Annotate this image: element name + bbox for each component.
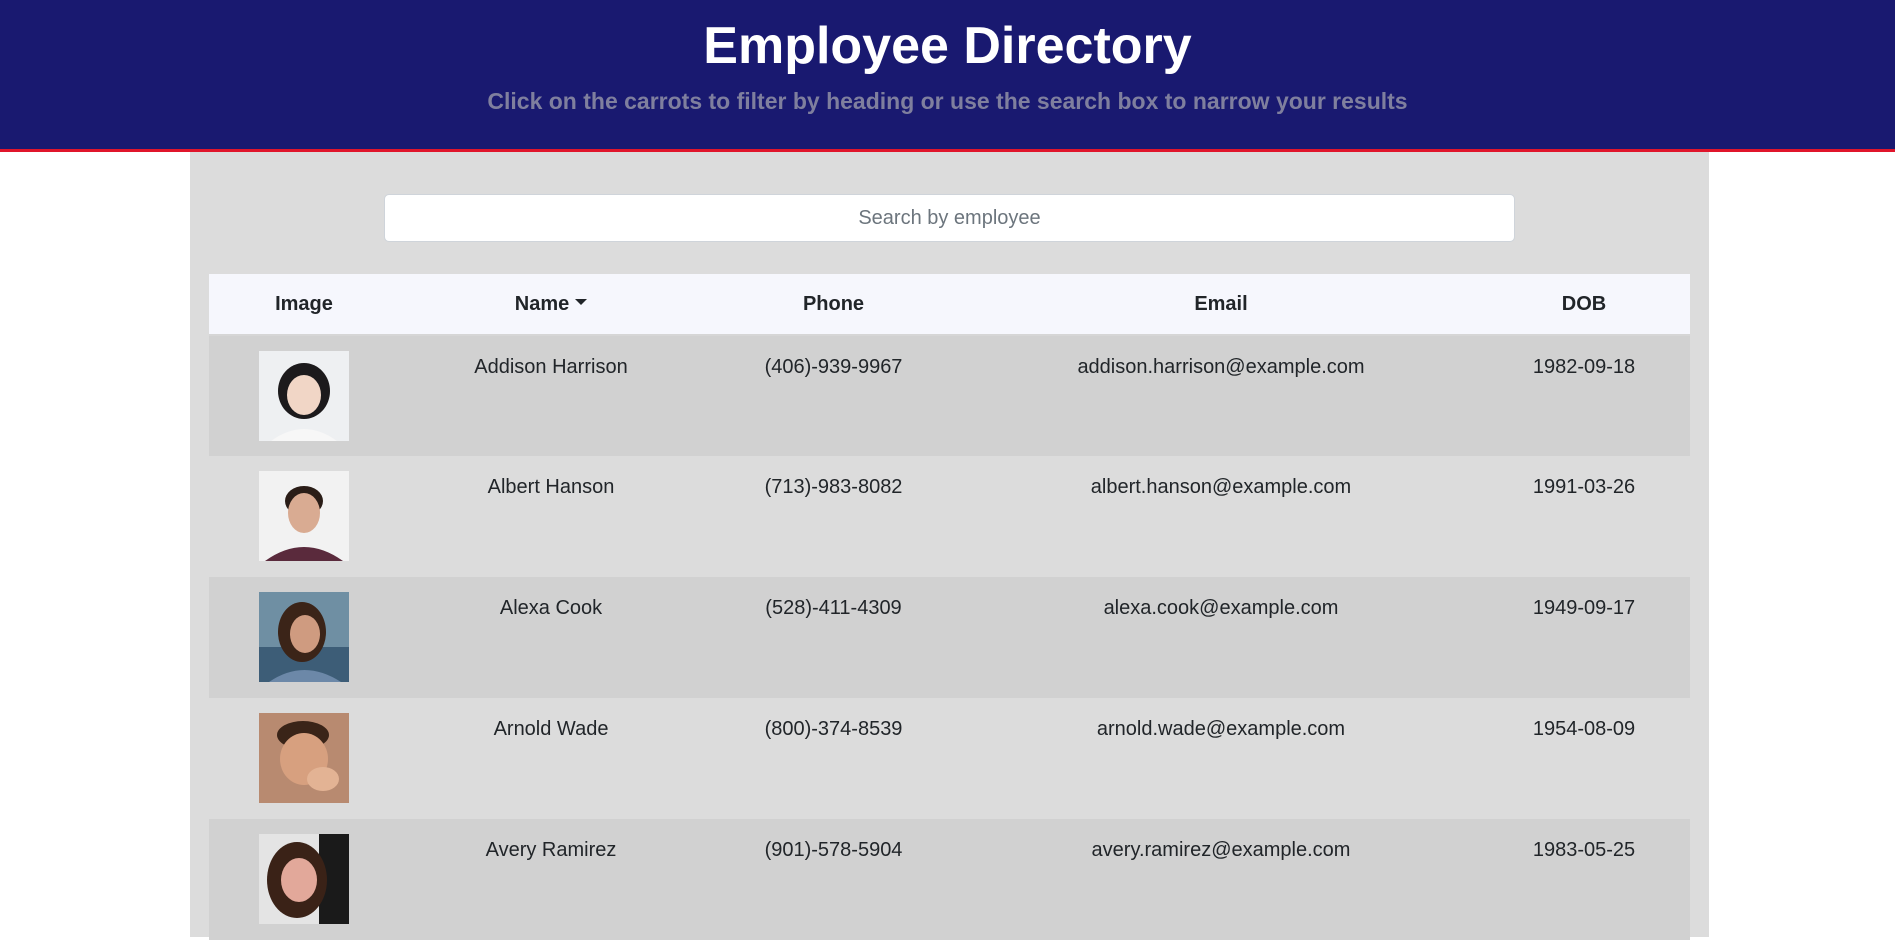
table-row: Avery Ramirez (901)-578-5904 avery.ramir… bbox=[209, 819, 1690, 940]
avatar bbox=[259, 834, 349, 924]
avatar bbox=[259, 713, 349, 803]
image-cell bbox=[209, 819, 399, 940]
directory-panel: Image Name Phone Email DOB bbox=[190, 152, 1709, 940]
column-header-name[interactable]: Name bbox=[399, 274, 703, 336]
name-cell: Arnold Wade bbox=[399, 698, 703, 819]
column-header-email[interactable]: Email bbox=[964, 274, 1478, 336]
table-row: Albert Hanson (713)-983-8082 albert.hans… bbox=[209, 456, 1690, 577]
phone-cell: (713)-983-8082 bbox=[703, 456, 964, 577]
column-header-name-label: Name bbox=[514, 292, 570, 315]
column-header-phone[interactable]: Phone bbox=[703, 274, 964, 336]
avatar bbox=[259, 592, 349, 682]
search-input[interactable] bbox=[384, 194, 1515, 242]
phone-cell: (528)-411-4309 bbox=[703, 577, 964, 698]
dob-cell: 1954-08-09 bbox=[1478, 698, 1690, 819]
page-header: Employee Directory Click on the carrots … bbox=[0, 0, 1895, 152]
email-cell: addison.harrison@example.com bbox=[964, 335, 1478, 456]
email-cell: arnold.wade@example.com bbox=[964, 698, 1478, 819]
name-cell: Avery Ramirez bbox=[399, 819, 703, 940]
avatar bbox=[259, 351, 349, 441]
name-cell: Alexa Cook bbox=[399, 577, 703, 698]
name-cell: Addison Harrison bbox=[399, 335, 703, 456]
avatar bbox=[259, 471, 349, 561]
image-cell bbox=[209, 577, 399, 698]
dob-cell: 1991-03-26 bbox=[1478, 456, 1690, 577]
column-header-dob[interactable]: DOB bbox=[1478, 274, 1690, 336]
table-row: Addison Harrison (406)-939-9967 addison.… bbox=[209, 335, 1690, 456]
image-cell bbox=[209, 335, 399, 456]
dob-cell: 1983-05-25 bbox=[1478, 819, 1690, 940]
name-cell: Albert Hanson bbox=[399, 456, 703, 577]
column-header-image[interactable]: Image bbox=[209, 274, 399, 336]
page-subtitle: Click on the carrots to filter by headin… bbox=[487, 88, 1408, 114]
page-title: Employee Directory bbox=[703, 17, 1192, 75]
email-cell: albert.hanson@example.com bbox=[964, 456, 1478, 577]
employee-table: Image Name Phone Email DOB Addison Harri… bbox=[209, 274, 1690, 940]
dob-cell: 1982-09-18 bbox=[1478, 335, 1690, 456]
image-cell bbox=[209, 456, 399, 577]
phone-cell: (901)-578-5904 bbox=[703, 819, 964, 940]
phone-cell: (800)-374-8539 bbox=[703, 698, 964, 819]
image-cell bbox=[209, 698, 399, 819]
dob-cell: 1949-09-17 bbox=[1478, 577, 1690, 698]
table-header-row: Image Name Phone Email DOB bbox=[209, 274, 1690, 336]
table-row: Arnold Wade (800)-374-8539 arnold.wade@e… bbox=[209, 698, 1690, 819]
email-cell: avery.ramirez@example.com bbox=[964, 819, 1478, 940]
table-row: Alexa Cook (528)-411-4309 alexa.cook@exa… bbox=[209, 577, 1690, 698]
caret-down-icon[interactable] bbox=[575, 299, 588, 306]
phone-cell: (406)-939-9967 bbox=[703, 335, 964, 456]
email-cell: alexa.cook@example.com bbox=[964, 577, 1478, 698]
